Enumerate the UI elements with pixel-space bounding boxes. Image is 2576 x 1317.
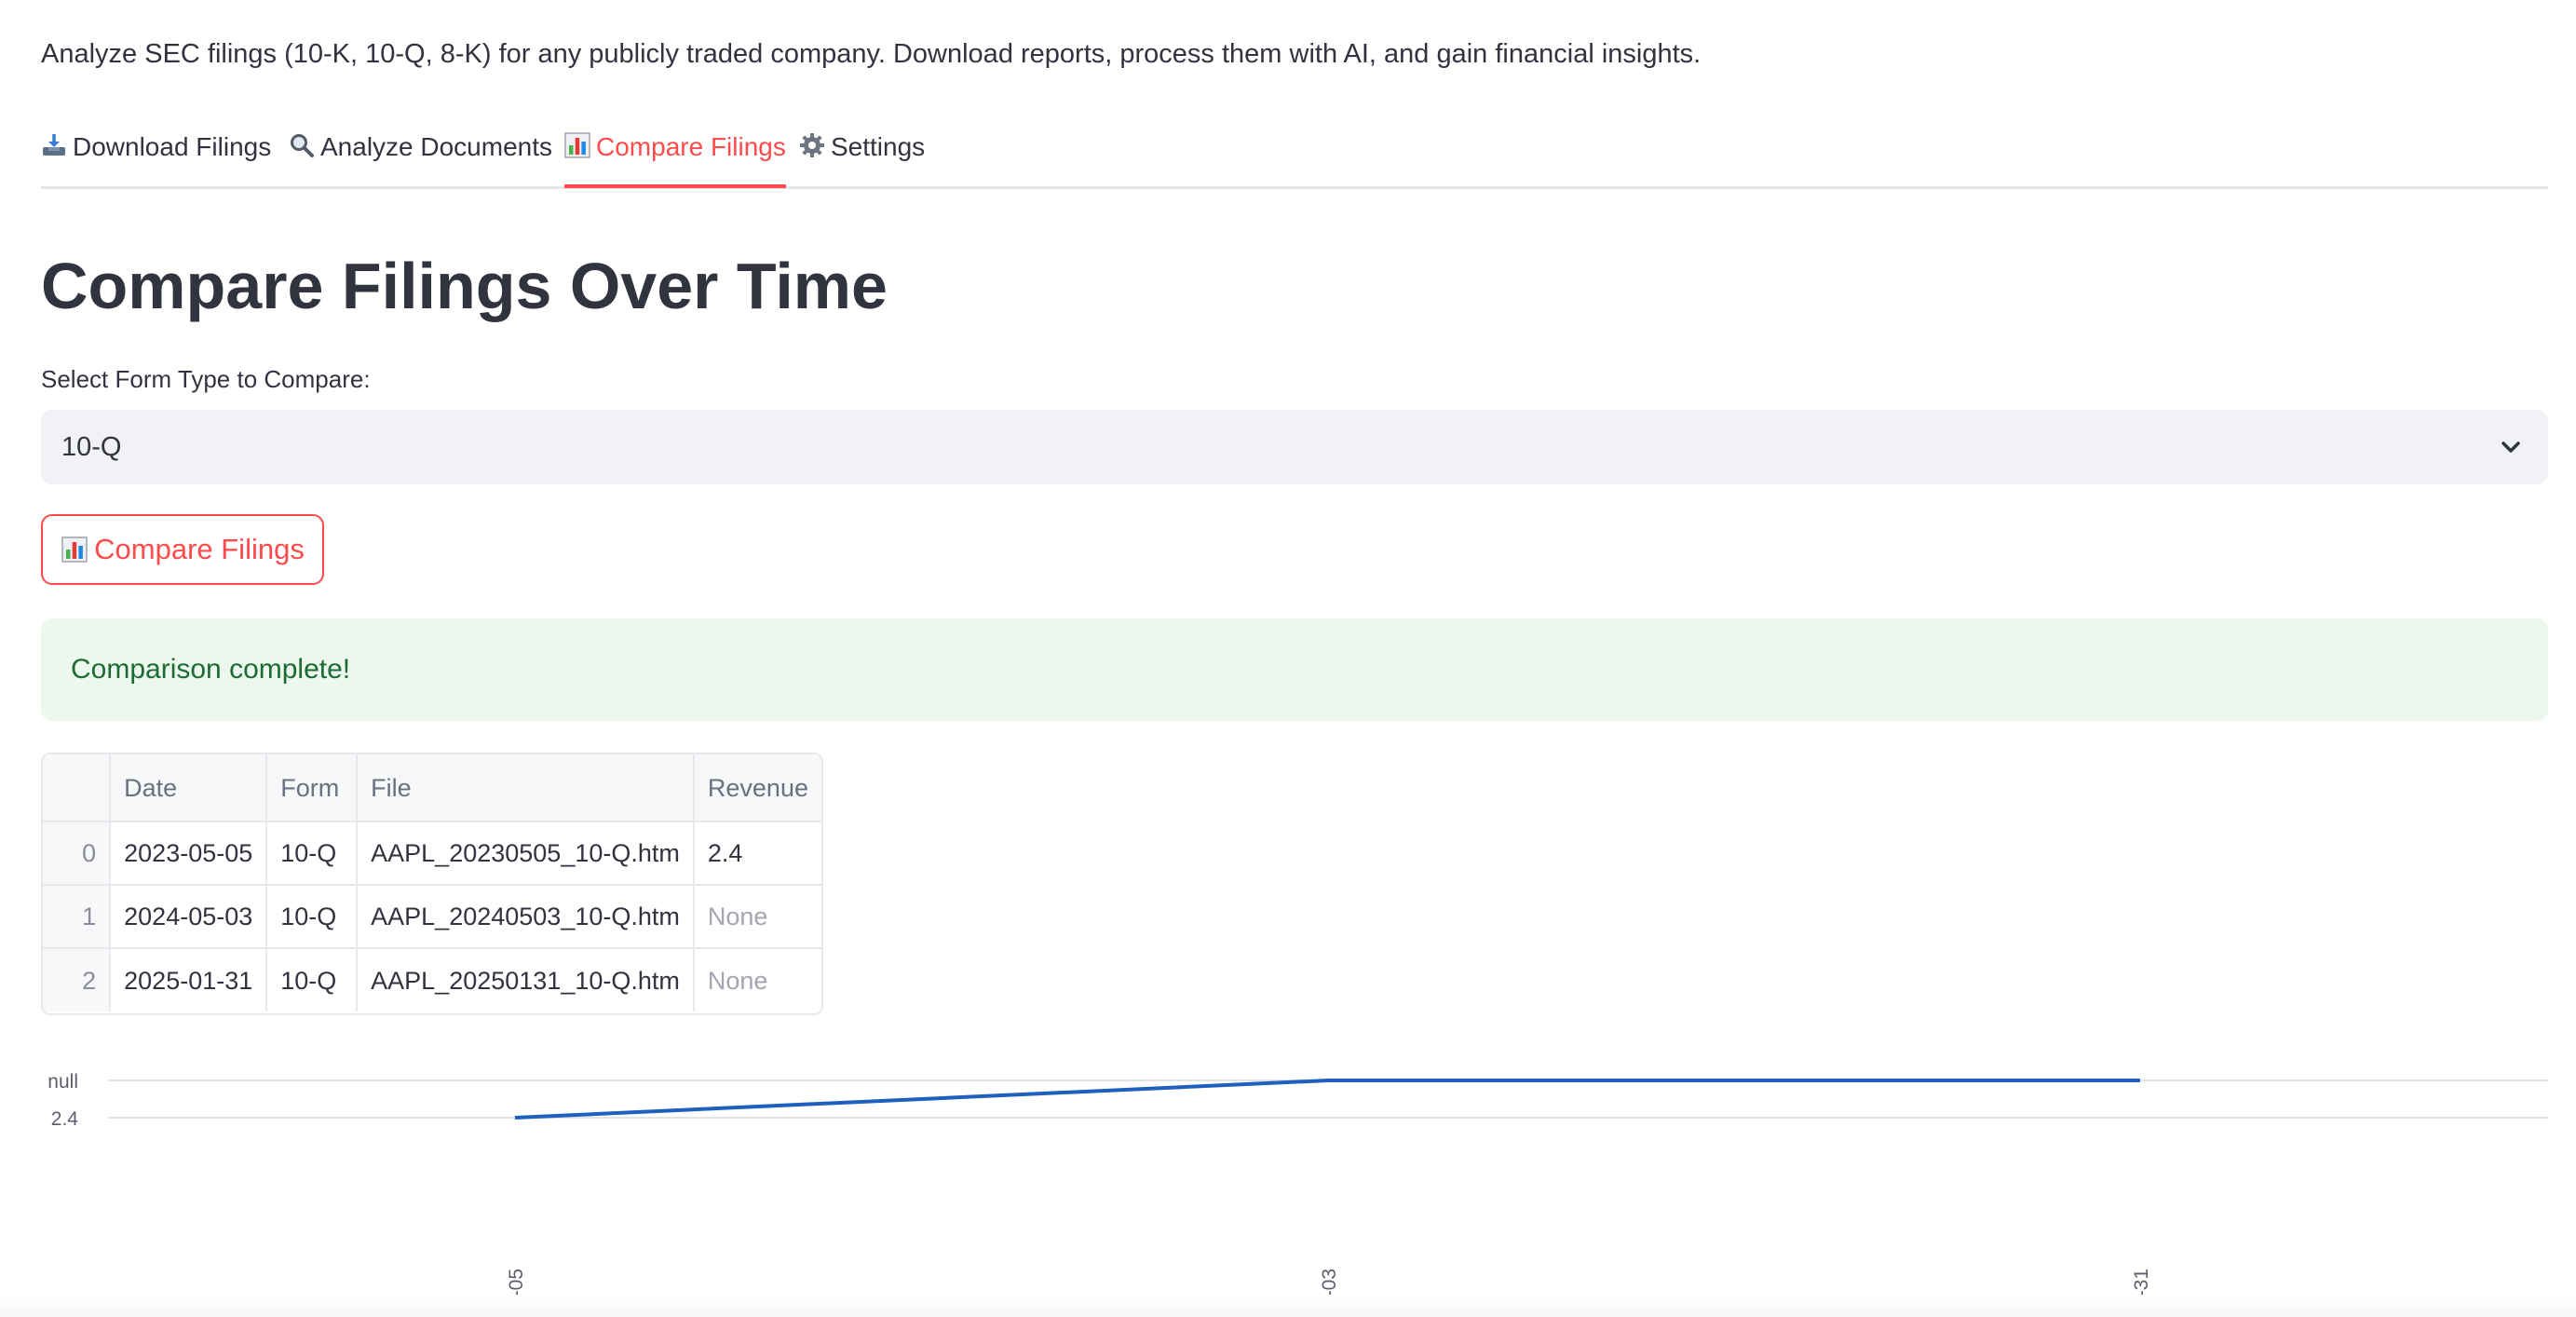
intro-text: Analyze SEC filings (10-K, 10-Q, 8-K) fo…	[41, 39, 1702, 69]
cell-date[interactable]: 2023-05-05	[110, 821, 268, 886]
success-alert: Comparison complete!	[41, 618, 2548, 721]
cell-revenue[interactable]: None	[693, 885, 821, 949]
tab-analyze-documents[interactable]: Analyze Documents	[289, 129, 552, 183]
column-header-date[interactable]: Date	[110, 754, 268, 822]
table-header-row: Date Form File Revenue	[43, 754, 821, 822]
cell-date[interactable]: 2025-01-31	[110, 948, 268, 1012]
row-index: 2	[43, 948, 112, 1012]
table-row: 2 2025-01-31 10-Q AAPL_20250131_10-Q.htm…	[43, 948, 821, 1012]
table-row: 1 2024-05-03 10-Q AAPL_20240503_10-Q.htm…	[43, 885, 821, 949]
cell-revenue[interactable]: None	[694, 948, 821, 1012]
tab-download-filings[interactable]: Download Filings	[41, 129, 271, 183]
tab-label: Compare Filings	[596, 132, 786, 161]
column-header-index[interactable]	[43, 754, 112, 822]
y-tick-label: null	[47, 1071, 78, 1093]
x-tick-label: 2024-05-03	[1319, 1269, 1340, 1295]
row-index: 0	[43, 821, 112, 886]
x-tick-label: 2023-05-05	[506, 1269, 527, 1295]
x-tick-label: 2025-01-31	[2131, 1269, 2152, 1295]
bar-chart-icon	[564, 131, 592, 158]
form-type-select[interactable]: 10-Q	[41, 410, 2548, 484]
revenue-line-chart[interactable]: null 2.4 2023-05-05 2024-05-03 2025-01-31	[41, 1062, 2548, 1295]
table-row: 0 2023-05-05 10-Q AAPL_20230505_10-Q.htm…	[43, 821, 821, 886]
series-line	[514, 1079, 2140, 1120]
success-message: Comparison complete!	[71, 654, 351, 685]
compare-button-label: Compare Filings	[94, 533, 305, 565]
cell-date[interactable]: 2024-05-03	[110, 885, 268, 949]
tab-bar: Download Filings Analyze Documents Compa…	[41, 119, 2548, 189]
column-header-form[interactable]: Form	[266, 754, 359, 822]
page-title: Compare Filings Over Time	[41, 250, 888, 322]
cell-revenue[interactable]: 2.4	[693, 821, 821, 886]
tab-label: Analyze Documents	[320, 132, 553, 161]
tab-settings[interactable]: Settings	[799, 129, 925, 183]
bar-chart-icon	[61, 520, 88, 563]
form-type-value: 10-Q	[61, 432, 122, 462]
form-type-label: Select Form Type to Compare:	[41, 365, 371, 393]
column-header-file[interactable]: File	[357, 754, 695, 822]
magnifier-icon	[289, 131, 317, 157]
chart-canvas: null 2.4 2023-05-05 2024-05-03 2025-01-31	[47, 1071, 2548, 1295]
tab-compare-filings[interactable]: Compare Filings	[564, 129, 786, 188]
tab-label: Settings	[831, 132, 926, 161]
chevron-down-icon	[2498, 434, 2524, 460]
cell-file[interactable]: AAPL_20230505_10-Q.htm	[357, 821, 695, 886]
comparison-table[interactable]: Date Form File Revenue 0 2023-05-05 10-Q…	[41, 753, 823, 1015]
compare-filings-button[interactable]: Compare Filings	[41, 514, 324, 585]
row-index: 1	[43, 885, 112, 949]
bottom-edge	[0, 1298, 2576, 1317]
tab-label: Download Filings	[73, 132, 272, 161]
y-tick-label: 2.4	[51, 1108, 79, 1130]
cell-form[interactable]: 10-Q	[266, 948, 359, 1012]
cell-form[interactable]: 10-Q	[266, 885, 359, 949]
cell-form[interactable]: 10-Q	[266, 821, 359, 886]
cell-file[interactable]: AAPL_20250131_10-Q.htm	[357, 948, 695, 1012]
gear-icon	[799, 131, 827, 157]
column-header-revenue[interactable]: Revenue	[693, 754, 821, 822]
inbox-tray-icon	[41, 131, 69, 157]
cell-file[interactable]: AAPL_20240503_10-Q.htm	[357, 885, 695, 949]
